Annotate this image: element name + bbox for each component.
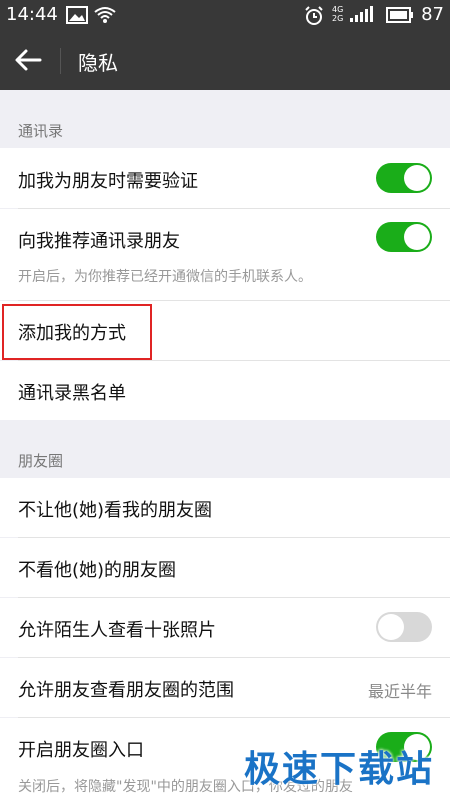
signal-icon [350,6,373,22]
setting-label: 通讯录黑名单 [18,383,126,404]
setting-visible-range[interactable]: 允许朋友查看朋友圈的范围 最近半年 [0,658,450,717]
verify-friend-toggle[interactable] [376,163,432,193]
title-divider [60,48,61,74]
setting-label: 向我推荐通讯录朋友 [18,231,180,252]
setting-hint: 开启后，为你推荐已经开通微信的手机联系人。 [18,269,312,285]
stranger-photos-toggle[interactable] [376,612,432,642]
setting-stranger-photos[interactable]: 允许陌生人查看十张照片 [0,598,450,657]
wifi-icon [94,7,116,23]
highlight-box [2,304,152,360]
watermark-logo: 极速下载站 [243,749,434,790]
setting-label: 开启朋友圈入口 [18,740,144,761]
status-time: 14:44 [6,4,58,25]
battery-level: 87 [421,4,444,25]
network-label: 4G 2G [332,5,344,23]
title-bar: 隐私 [0,30,450,90]
alarm-icon [305,6,323,25]
section-header-moments: 朋友圈 [18,452,64,470]
setting-recommend-contacts[interactable]: 向我推荐通讯录朋友 开启后，为你推荐已经开通微信的手机联系人。 [0,209,450,300]
image-icon [66,6,88,24]
section-header-contacts: 通讯录 [18,122,64,140]
setting-label: 加我为朋友时需要验证 [18,171,198,192]
setting-verify-friend[interactable]: 加我为朋友时需要验证 [0,148,450,208]
setting-dont-see[interactable]: 不看他(她)的朋友圈 [0,538,450,597]
recommend-contacts-toggle[interactable] [376,222,432,252]
status-bar: 14:44 4G 2G 87 [0,0,450,30]
battery-icon [386,7,413,23]
setting-label: 允许朋友查看朋友圈的范围 [18,680,234,701]
back-arrow-icon[interactable] [14,48,42,72]
page-title: 隐私 [78,51,118,75]
setting-label: 不让他(她)看我的朋友圈 [18,500,213,521]
setting-label: 不看他(她)的朋友圈 [18,560,177,581]
setting-hide-from[interactable]: 不让他(她)看我的朋友圈 [0,478,450,537]
setting-label: 允许陌生人查看十张照片 [18,620,216,641]
setting-blacklist[interactable]: 通讯录黑名单 [0,361,450,420]
visible-range-value: 最近半年 [367,682,432,701]
